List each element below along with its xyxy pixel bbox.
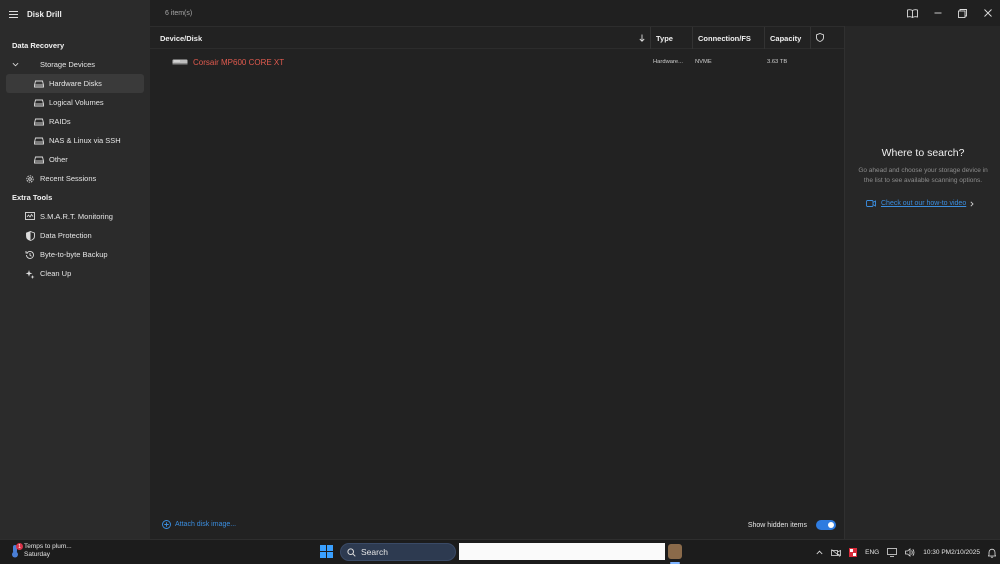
how-to-video-link[interactable]: Check out our how-to video — [866, 200, 974, 207]
sidebar-item-data-protection[interactable]: Data Protection — [6, 226, 144, 245]
shield-icon — [25, 230, 35, 241]
section-extra-tools: Extra Tools — [12, 193, 53, 202]
system-tray: ENG 10:30 PM 2/10/2025 — [812, 540, 1000, 564]
windows-start-icon[interactable] — [320, 545, 333, 563]
search-label: Search — [361, 547, 388, 557]
column-type[interactable]: Type — [650, 27, 692, 49]
gear-icon — [25, 174, 35, 184]
table-header: Device/Disk Type Connection/FS Capacity — [150, 27, 844, 49]
disk-icon — [34, 98, 44, 108]
sidebar-item-label: S.M.A.R.T. Monitoring — [40, 212, 113, 221]
sort-arrow-icon[interactable] — [639, 27, 645, 49]
weather-title: Temps to plum... — [24, 543, 72, 550]
show-hidden-items: Show hidden items — [748, 520, 836, 530]
video-icon — [866, 200, 876, 207]
weather-badge: 1 — [16, 543, 23, 550]
info-panel-title: Where to search? — [881, 147, 965, 159]
taskbar-pinned-area — [459, 543, 665, 560]
history-icon — [25, 250, 35, 260]
sidebar-item-label: Recent Sessions — [40, 174, 97, 183]
chevron-right-icon — [970, 200, 974, 207]
info-panel-description: Go ahead and choose your storage device … — [858, 167, 988, 184]
disk-icon — [34, 136, 44, 146]
attach-disk-image-link[interactable]: Attach disk image... — [162, 520, 236, 529]
column-device[interactable]: Device/Disk — [160, 27, 202, 49]
volume-icon[interactable] — [905, 548, 915, 557]
window-controls — [900, 0, 1000, 26]
sidebar-item-label: Data Protection — [40, 231, 92, 240]
chevron-down-icon[interactable] — [12, 61, 19, 68]
clock-time: 10:30 PM — [923, 548, 952, 556]
storage-devices-icon — [25, 60, 35, 70]
disk-name[interactable]: Corsair MP600 CORE XT — [193, 53, 284, 71]
drive-icon — [172, 53, 188, 71]
sidebar-item-label: RAIDs — [49, 117, 71, 126]
table-row[interactable]: Corsair MP600 CORE XT Hardware... NVME 3… — [150, 53, 844, 71]
taskbar-search[interactable]: Search — [340, 543, 456, 561]
sidebar-item-smart-monitoring[interactable]: S.M.A.R.T. Monitoring — [6, 207, 144, 226]
how-to-video-label: Check out our how-to video — [881, 200, 967, 207]
section-data-recovery: Data Recovery — [12, 41, 65, 50]
weather-subtitle: Saturday — [24, 551, 51, 558]
sidebar-item-byte-backup[interactable]: Byte-to-byte Backup — [6, 245, 144, 264]
hamburger-menu-icon[interactable] — [9, 10, 18, 18]
sidebar-item-nas-linux[interactable]: NAS & Linux via SSH — [6, 131, 144, 150]
camera-off-icon[interactable] — [831, 548, 842, 557]
sidebar-item-logical-volumes[interactable]: Logical Volumes — [6, 93, 144, 112]
disk-icon — [34, 117, 44, 127]
column-connection[interactable]: Connection/FS — [692, 27, 764, 49]
language-indicator[interactable]: ENG — [865, 549, 879, 556]
sidebar-item-label: Byte-to-byte Backup — [40, 250, 108, 259]
show-hidden-toggle[interactable] — [816, 520, 836, 530]
weather-widget[interactable]: 1 Temps to plum... Saturday — [10, 543, 72, 559]
sidebar-item-label: Hardware Disks — [49, 79, 102, 88]
sidebar: Disk Drill Data Recovery Storage Devices… — [0, 0, 150, 539]
sidebar-item-label: Logical Volumes — [49, 98, 104, 107]
disk-connection: NVME — [695, 59, 712, 65]
sidebar-item-label: NAS & Linux via SSH — [49, 136, 121, 145]
book-icon[interactable] — [900, 0, 925, 26]
taskbar: 1 Temps to plum... Saturday Search ENG 1… — [0, 539, 1000, 564]
disk-icon — [34, 79, 44, 89]
thermometer-icon: 1 — [10, 543, 23, 558]
restore-icon[interactable] — [950, 0, 975, 26]
disk-capacity: 3.63 TB — [767, 59, 788, 65]
sidebar-item-recent-sessions[interactable]: Recent Sessions — [6, 169, 144, 188]
chevron-up-icon[interactable] — [816, 550, 823, 555]
shield-outline-icon — [816, 32, 824, 44]
search-icon — [347, 547, 356, 557]
sidebar-header: Disk Drill — [0, 0, 150, 28]
sidebar-item-raids[interactable]: RAIDs — [6, 112, 144, 131]
notification-bell-icon[interactable] — [988, 548, 996, 558]
sidebar-item-hardware-disks[interactable]: Hardware Disks — [6, 74, 144, 93]
minimize-icon[interactable] — [925, 0, 950, 26]
close-icon[interactable] — [975, 0, 1000, 26]
clock[interactable]: 10:30 PM 2/10/2025 — [923, 549, 980, 557]
info-panel: Where to search? Go ahead and choose you… — [844, 26, 1000, 539]
sidebar-item-other[interactable]: Other — [6, 150, 144, 169]
device-list: Device/Disk Type Connection/FS Capacity … — [150, 26, 844, 539]
clock-date: 2/10/2025 — [951, 548, 980, 556]
disk-type: Hardware... — [653, 59, 683, 65]
sidebar-item-label: Storage Devices — [40, 60, 96, 69]
sidebar-item-label: Other — [49, 155, 68, 164]
show-hidden-label: Show hidden items — [747, 521, 807, 529]
sidebar-item-clean-up[interactable]: Clean Up — [6, 264, 144, 283]
main-header: 6 item(s) — [150, 0, 1000, 26]
network-icon[interactable] — [887, 548, 898, 557]
disk-drill-taskbar-icon[interactable] — [668, 544, 682, 559]
sidebar-item-storage-devices[interactable]: Storage Devices — [6, 55, 144, 74]
plus-circle-icon — [162, 520, 171, 529]
flag-app-icon[interactable] — [849, 548, 858, 557]
column-capacity[interactable]: Capacity — [764, 27, 810, 49]
sidebar-item-label: Clean Up — [40, 269, 72, 278]
column-protection[interactable] — [810, 27, 844, 49]
attach-label: Attach disk image... — [175, 521, 237, 528]
disk-icon — [34, 155, 44, 165]
monitor-icon — [25, 212, 35, 222]
app-title: Disk Drill — [27, 9, 62, 19]
items-count: 6 item(s) — [165, 9, 193, 17]
sparkle-icon — [25, 269, 35, 279]
